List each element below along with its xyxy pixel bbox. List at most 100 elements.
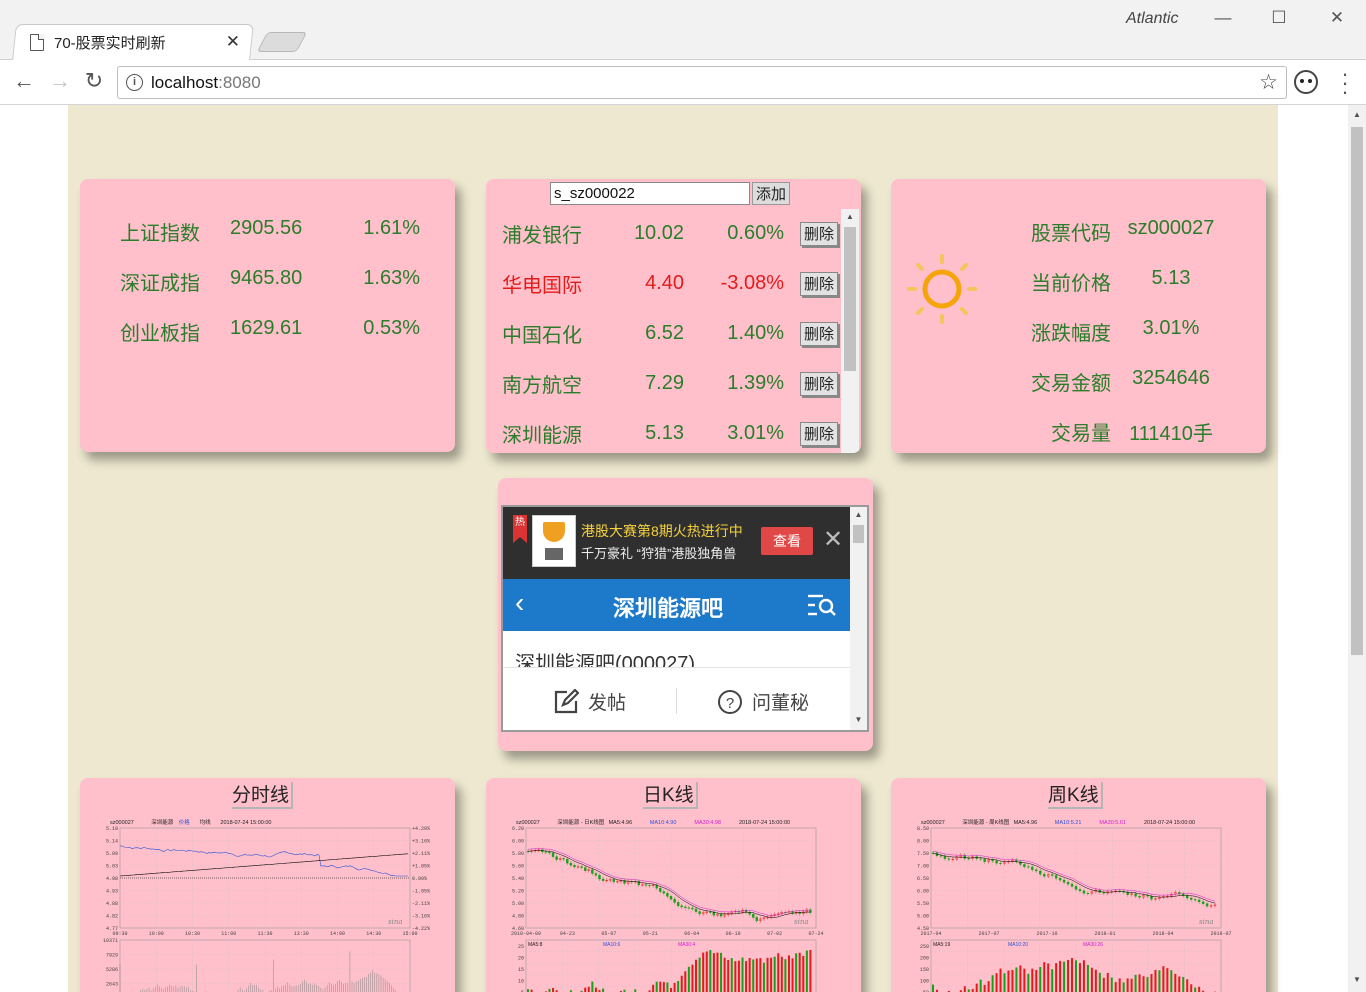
volume-bar (552, 988, 555, 992)
browser-tab-content[interactable]: 70-股票实时刷新 ✕ (24, 24, 250, 60)
reload-icon[interactable]: ↻ (80, 68, 108, 94)
x-tick: 2018-04-09 (511, 931, 541, 937)
scroll-up-icon[interactable]: ▲ (1348, 107, 1366, 123)
y-tick: 5.20 (512, 889, 524, 895)
volume-bar (1086, 965, 1089, 992)
volume-bar (802, 955, 805, 992)
bookmark-star-icon[interactable]: ☆ (1259, 70, 1278, 95)
delete-button[interactable]: 删除 (800, 221, 838, 246)
volume-bar (1170, 970, 1173, 992)
volume-tick: 250 (920, 944, 929, 950)
tab-close-icon[interactable]: ✕ (226, 32, 240, 52)
candle-body (591, 869, 594, 874)
forum-title: 深圳能源吧 (612, 596, 723, 621)
volume-bar (1015, 967, 1018, 992)
delete-button[interactable]: 删除 (800, 371, 838, 396)
y-tick: 5.03 (106, 864, 118, 870)
info-icon[interactable]: i (126, 74, 143, 91)
volume-bar (727, 959, 730, 992)
daily-k-chart[interactable]: sz000027 深圳能源 - 日K线图 MA5:4.96 MA10:4.90 MA30… (504, 818, 842, 992)
detail-row: 股票代码 sz000027 (1011, 217, 1231, 246)
new-tab-button[interactable] (256, 32, 308, 52)
detail-value: 5.13 (1151, 267, 1191, 289)
x-tick: 14:00 (330, 931, 345, 937)
stock-price: 7.29 (645, 372, 684, 394)
index-value: 2905.56 (230, 217, 303, 239)
scroll-thumb[interactable] (853, 525, 864, 543)
menu-icon[interactable]: · · · (1340, 63, 1350, 103)
ad-title: 港股大赛第8期火热进行中 (581, 523, 743, 539)
forum-scrollbar[interactable]: ▲ ▼ (850, 507, 867, 730)
scroll-up-icon[interactable]: ▲ (841, 209, 859, 225)
volume-bar (1114, 982, 1117, 992)
scroll-down-icon[interactable]: ▼ (1348, 972, 1366, 988)
y-tick: 5.00 (512, 901, 524, 907)
volume-bar (1003, 973, 1006, 992)
address-bar[interactable]: i localhost:8080 ☆ (117, 66, 1287, 99)
volume-bar (780, 956, 783, 992)
back-icon[interactable]: ← (10, 68, 38, 94)
volume-bar (1027, 973, 1030, 992)
candle-body (1086, 892, 1090, 894)
delete-button[interactable]: 删除 (800, 421, 838, 446)
volume-bar (666, 982, 669, 992)
candle-body (555, 856, 558, 860)
volume-bar (932, 984, 934, 992)
volume-bar (1090, 967, 1093, 992)
intraday-chart[interactable]: sz000027 深圳能源 价格 均线 2018-07-24 15:00:005.195… (98, 818, 436, 992)
scroll-down-icon[interactable]: ▼ (850, 712, 867, 728)
delete-button[interactable]: 删除 (800, 321, 838, 346)
ma10-line (932, 850, 1216, 902)
forum-iframe[interactable]: 热 港股大赛第8期火热进行中 千万豪礼 “狩猎”港股独角兽 查看 ✕ ‹ 深圳能… (501, 505, 869, 732)
scroll-thumb[interactable] (844, 227, 856, 371)
detail-label: 交易金额 (1031, 373, 1111, 395)
candle-body (1015, 859, 1018, 862)
post-button[interactable]: 发帖 (553, 688, 626, 715)
candle-body (1138, 896, 1141, 898)
candle-body (1186, 895, 1189, 899)
edit-icon (554, 688, 579, 713)
ad-view-button[interactable]: 查看 (761, 527, 813, 555)
chart-header-text: MA5:4.96 (1014, 820, 1038, 826)
ad-banner[interactable]: 热 港股大赛第8期火热进行中 千万豪礼 “狩猎”港股独角兽 查看 ✕ (503, 507, 850, 579)
ask-secretary-button[interactable]: ? 问董秘 (717, 688, 809, 715)
maximize-icon[interactable]: ☐ (1264, 8, 1294, 28)
delete-button[interactable]: 删除 (800, 271, 838, 296)
add-button[interactable]: 添加 (752, 182, 790, 205)
weekly-k-card: 周K线 sz000027 深圳能源 - 周K线图 MA5:4.96 MA10:5.21… (891, 778, 1266, 992)
pct-tick: +3.16% (412, 839, 430, 845)
x-tick: 2017-07 (978, 931, 999, 937)
extension-icon[interactable] (1294, 70, 1318, 94)
volume-bar (1059, 960, 1062, 992)
x-tick: 2018-01 (1094, 931, 1115, 937)
minimize-icon[interactable]: — (1208, 8, 1238, 28)
forward-icon[interactable]: → (46, 68, 74, 94)
index-value: 1629.61 (230, 317, 303, 339)
volume-bar (591, 981, 594, 992)
volume-bar (1158, 970, 1161, 992)
scroll-up-icon[interactable]: ▲ (850, 507, 867, 523)
x-tick: 2017-10 (1036, 931, 1057, 937)
candle-body (583, 867, 587, 871)
volume-bar (1118, 978, 1121, 992)
volume-bar (795, 953, 798, 992)
profile-name[interactable]: Atlantic (1126, 10, 1178, 28)
page-scrollbar[interactable]: ▲ ▼ (1348, 105, 1366, 992)
candle-body (691, 907, 694, 910)
pct-tick: -2.11% (412, 901, 430, 907)
weekly-k-chart[interactable]: sz000027 深圳能源 - 周K线图 MA5:4.96 MA10:5.21 MA30… (909, 818, 1247, 992)
watchlist-scrollbar[interactable]: ▲ (841, 209, 859, 453)
menu-search-icon[interactable] (807, 593, 837, 617)
candle-body (1054, 875, 1058, 879)
x-tick: 05-07 (601, 931, 616, 937)
volume-bar (702, 952, 705, 992)
ad-close-icon[interactable]: ✕ (823, 525, 843, 554)
candle-body (566, 858, 569, 864)
stock-code-input[interactable] (550, 182, 750, 205)
chart-header-text: 价格 (179, 818, 191, 826)
volume-bar (655, 981, 658, 992)
candle-body (687, 907, 691, 909)
scroll-thumb[interactable] (1351, 127, 1363, 655)
volume-bar (1130, 978, 1133, 992)
close-window-icon[interactable]: ✕ (1322, 8, 1352, 28)
